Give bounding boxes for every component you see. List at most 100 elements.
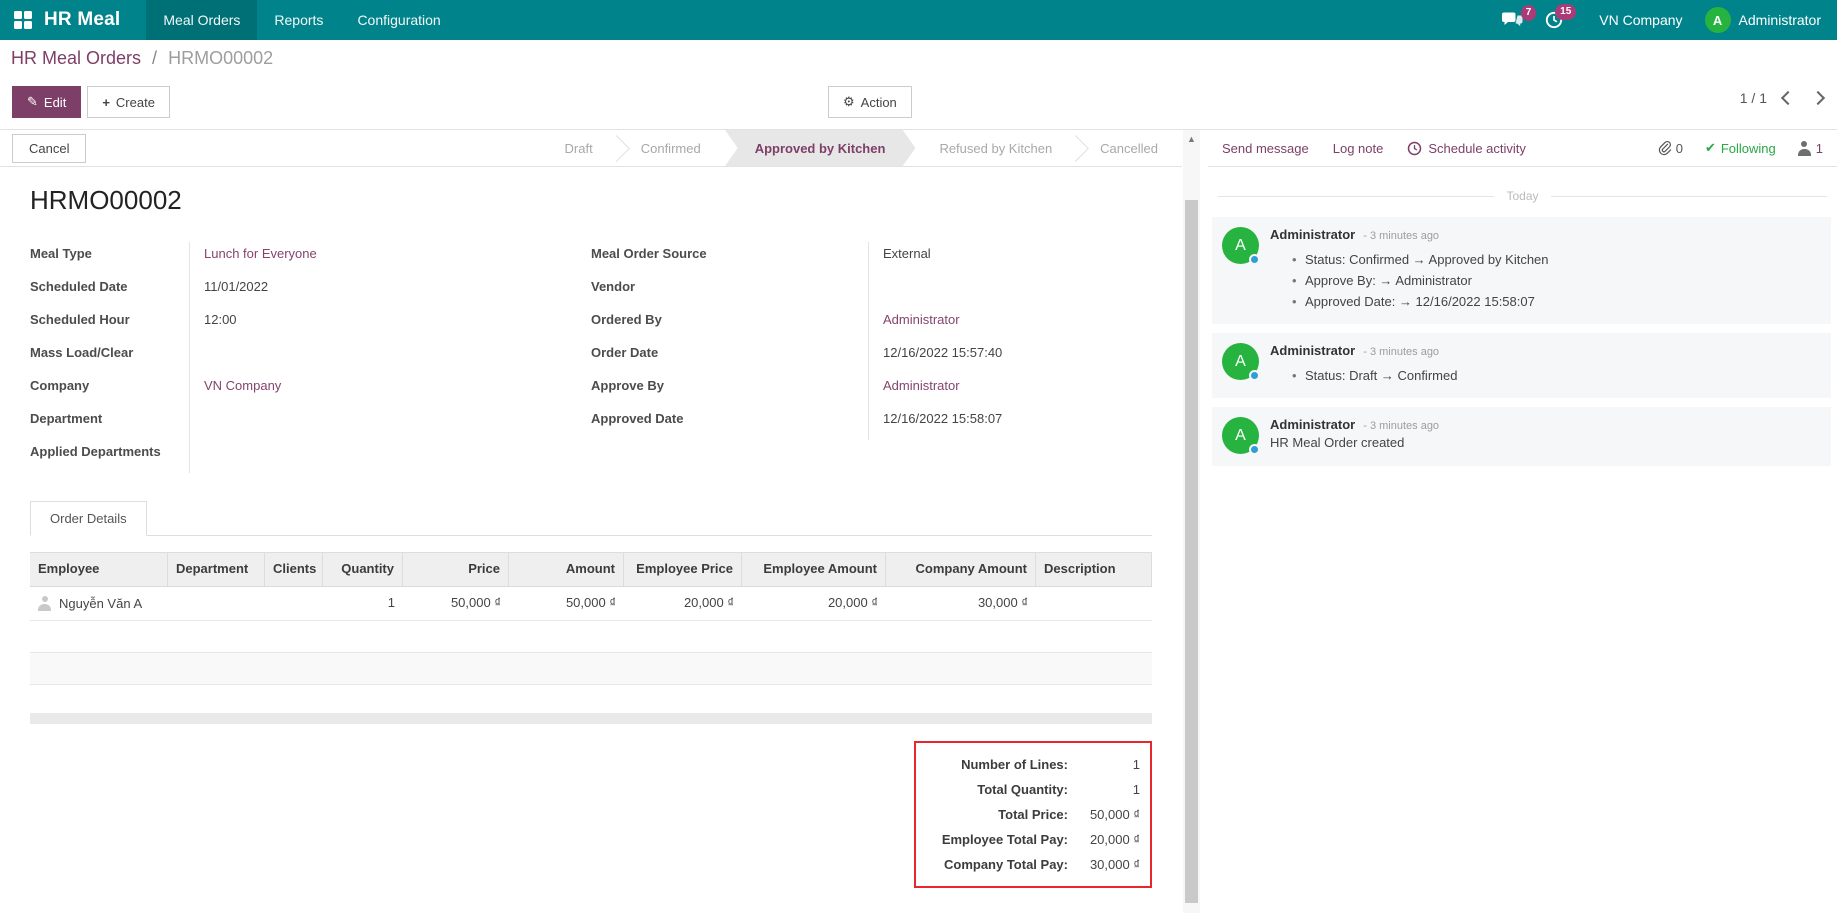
field-label-ordered-by: Ordered By [591, 308, 869, 341]
action-button[interactable]: ⚙Action [828, 86, 912, 118]
messages-icon[interactable]: 7 [1502, 12, 1523, 29]
chatter-message[interactable]: A Administrator - 3 minutes ago HR Meal … [1212, 407, 1831, 466]
send-message-button[interactable]: Send message [1222, 141, 1309, 156]
message-author[interactable]: Administrator [1270, 417, 1355, 432]
notebook-tabbar: Order Details [30, 501, 1152, 536]
field-value-approve-by[interactable]: Administrator [869, 374, 960, 393]
chatter-message[interactable]: A Administrator - 3 minutes ago Status: … [1212, 333, 1831, 398]
col-employee[interactable]: Employee [30, 553, 168, 586]
field-label-approved-date: Approved Date [591, 407, 869, 440]
total-label-employee-total-pay: Employee Total Pay: [926, 832, 1068, 847]
chatter-panel: Send message Log note Schedule activity … [1208, 130, 1837, 913]
scrollbar-thumb[interactable] [1185, 200, 1198, 903]
field-label-company: Company [30, 374, 190, 407]
table-footer-strip [30, 713, 1152, 724]
status-approved-by-kitchen[interactable]: Approved by Kitchen [725, 130, 916, 167]
company-switcher[interactable]: VN Company [1599, 12, 1682, 28]
field-label-applied-departments: Applied Departments [30, 440, 190, 473]
field-label-scheduled-date: Scheduled Date [30, 275, 190, 308]
online-status-dot [1249, 370, 1260, 381]
log-note-button[interactable]: Log note [1333, 141, 1384, 156]
field-value-company[interactable]: VN Company [190, 374, 281, 393]
apps-grid-icon[interactable] [14, 11, 32, 29]
field-label-meal-type: Meal Type [30, 242, 190, 275]
control-panel: HR Meal Orders / HRMO00002 ✎Edit +Create… [0, 40, 1837, 130]
chatter-message[interactable]: A Administrator - 3 minutes ago Status: … [1212, 217, 1831, 324]
followers-count: 1 [1816, 141, 1823, 156]
message-timestamp: - 3 minutes ago [1363, 230, 1439, 242]
statusbar: Draft Confirmed Approved by Kitchen Refu… [541, 130, 1182, 167]
activities-badge: 15 [1555, 4, 1576, 20]
table-row[interactable]: Nguyễn Văn A 1 50,000 ₫ 50,000 ₫ 20,000 … [30, 587, 1152, 621]
cell-amount: 50,000 ₫ [509, 587, 624, 620]
col-quantity[interactable]: Quantity [323, 553, 403, 586]
form-sheet: HRMO00002 Meal TypeLunch for Everyone Sc… [0, 167, 1182, 888]
total-value-total-quantity: 1 [1068, 782, 1140, 797]
menu-configuration[interactable]: Configuration [340, 0, 457, 40]
field-value-mass-load-clear [190, 341, 204, 345]
total-label-number-of-lines: Number of Lines: [926, 757, 1068, 772]
empty-line [30, 621, 1152, 653]
field-value-ordered-by[interactable]: Administrator [869, 308, 960, 327]
followers-button[interactable]: 1 [1798, 141, 1823, 156]
totals-box-red-annotation: Number of Lines:1 Total Quantity:1 Total… [914, 741, 1152, 888]
total-label-total-price: Total Price: [926, 807, 1068, 822]
field-value-scheduled-date: 11/01/2022 [190, 275, 268, 294]
following-button[interactable]: ✔ Following [1705, 140, 1776, 156]
message-avatar: A [1222, 417, 1259, 454]
col-employee-price[interactable]: Employee Price [624, 553, 742, 586]
chatter-toolbar: Send message Log note Schedule activity … [1208, 130, 1837, 167]
status-draft[interactable]: Draft [541, 130, 617, 167]
message-avatar: A [1222, 227, 1259, 264]
online-status-dot [1249, 444, 1260, 455]
record-title: HRMO00002 [30, 185, 1152, 216]
cancel-button[interactable]: Cancel [12, 134, 86, 163]
breadcrumb-parent[interactable]: HR Meal Orders [11, 48, 141, 68]
message-author[interactable]: Administrator [1270, 343, 1355, 358]
app-title[interactable]: HR Meal [44, 9, 120, 31]
schedule-activity-button[interactable]: Schedule activity [1407, 141, 1526, 156]
field-label-order-date: Order Date [591, 341, 869, 374]
form-scrollbar[interactable]: ▲ [1183, 130, 1200, 913]
breadcrumb-separator: / [152, 48, 157, 68]
attachments-button[interactable]: 0 [1657, 140, 1683, 156]
message-timestamp: - 3 minutes ago [1363, 420, 1439, 432]
total-value-company-total-pay: 30,000 ₫ [1068, 857, 1140, 872]
field-value-meal-type[interactable]: Lunch for Everyone [190, 242, 317, 261]
activities-icon[interactable]: 15 [1545, 11, 1563, 29]
cell-department [168, 587, 265, 620]
order-lines-table: Employee Department Clients Quantity Pri… [30, 552, 1152, 685]
col-company-amount[interactable]: Company Amount [886, 553, 1036, 586]
date-divider: Today [1218, 189, 1827, 203]
user-menu[interactable]: A Administrator [1705, 7, 1821, 33]
pager-next-button[interactable] [1811, 91, 1825, 105]
form-view: Cancel Draft Confirmed Approved by Kitch… [0, 130, 1182, 913]
menu-meal-orders[interactable]: Meal Orders [146, 0, 257, 40]
status-cancelled[interactable]: Cancelled [1076, 130, 1182, 167]
field-label-approve-by: Approve By [591, 374, 869, 407]
col-department[interactable]: Department [168, 553, 265, 586]
tab-order-details[interactable]: Order Details [30, 501, 147, 536]
col-clients[interactable]: Clients [265, 553, 323, 586]
edit-button[interactable]: ✎Edit [12, 86, 81, 118]
paperclip-icon [1657, 140, 1672, 156]
cell-clients [265, 587, 323, 620]
col-description[interactable]: Description [1036, 553, 1152, 586]
plus-icon: + [102, 95, 110, 110]
create-button[interactable]: +Create [87, 86, 170, 118]
cell-price: 50,000 ₫ [403, 587, 509, 620]
pager-previous-button[interactable] [1781, 91, 1795, 105]
field-value-scheduled-hour: 12:00 [190, 308, 237, 327]
scrollbar-up-arrow[interactable]: ▲ [1183, 130, 1200, 144]
cell-company-amount: 30,000 ₫ [886, 587, 1036, 620]
online-status-dot [1249, 254, 1260, 265]
total-value-employee-total-pay: 20,000 ₫ [1068, 832, 1140, 847]
col-amount[interactable]: Amount [509, 553, 624, 586]
menu-reports[interactable]: Reports [257, 0, 340, 40]
col-price[interactable]: Price [403, 553, 509, 586]
status-confirmed[interactable]: Confirmed [617, 130, 725, 167]
message-author[interactable]: Administrator [1270, 227, 1355, 242]
status-refused-by-kitchen[interactable]: Refused by Kitchen [915, 130, 1076, 167]
col-employee-amount[interactable]: Employee Amount [742, 553, 886, 586]
message-text: HR Meal Order created [1270, 435, 1821, 450]
